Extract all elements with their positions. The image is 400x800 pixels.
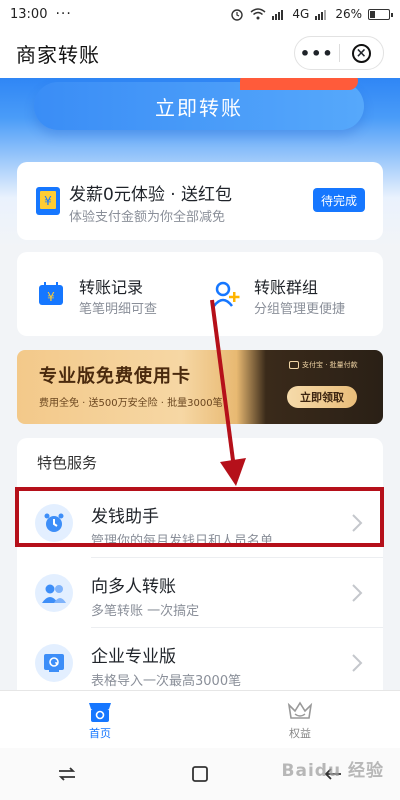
enterprise-subtitle: 表格导入一次最高3000笔 xyxy=(91,674,242,689)
battery-icon xyxy=(368,8,393,20)
tab-home-label: 首页 xyxy=(89,726,111,740)
services-heading: 特色服务 xyxy=(37,454,98,472)
pending-button[interactable]: 待完成 xyxy=(313,188,365,212)
pro-version-banner[interactable]: 专业版免费使用卡 费用全免 · 送500万安全险 · 批量3000笔 支付宝 ·… xyxy=(17,350,383,424)
transfer-records-title: 转账记录 xyxy=(79,278,144,297)
service-item-payroll-assistant[interactable]: 发钱助手 管理你的每月发钱日和人员名单 xyxy=(17,488,383,558)
crown-icon xyxy=(287,700,313,719)
service-item-multi-transfer[interactable]: 向多人转账 多笔转账 一次搞定 xyxy=(17,558,383,628)
svg-text:¥: ¥ xyxy=(44,194,52,208)
tab-home[interactable]: 首页 xyxy=(0,691,200,748)
transfer-records-subtitle: 笔笔明细可查 xyxy=(79,302,158,317)
banner-brand-label: 支付宝 · 批量付款 xyxy=(302,361,358,369)
banner-title: 专业版免费使用卡 xyxy=(39,366,191,387)
salary-promo-card[interactable]: ¥ 发薪0元体验 · 送红包 体验支付金额为你全部减免 待完成 xyxy=(17,162,383,240)
user-add-icon xyxy=(213,281,240,307)
network-type: 4G xyxy=(292,7,310,21)
tab-benefits[interactable]: 权益 xyxy=(200,691,400,748)
battery-percent: 26% xyxy=(335,7,362,21)
salary-promo-subtitle: 体验支付金额为你全部减免 xyxy=(69,210,226,225)
transfer-groups-item[interactable]: 转账群组 分组管理更便捷 xyxy=(200,252,383,336)
multi-user-icon xyxy=(35,574,73,612)
featured-services-card: 特色服务 发钱助手 管理你的每月发钱日和人员名单 向多人转账 多笔转账 一次搞定… xyxy=(17,438,383,690)
calendar-yen-icon: ¥ xyxy=(39,282,63,305)
transfer-now-label: 立即转账 xyxy=(155,95,243,120)
salary-promo-title: 发薪0元体验 · 送红包 xyxy=(69,185,233,205)
bottom-tab-bar: 首页 权益 xyxy=(0,690,400,748)
status-time: 13:00 xyxy=(10,6,48,22)
chevron-right-icon xyxy=(352,654,363,672)
promo-tag xyxy=(240,78,358,90)
alarm-status-icon xyxy=(231,9,244,21)
transfer-records-item[interactable]: ¥ 转账记录 笔笔明细可查 xyxy=(17,252,200,336)
chevron-right-icon xyxy=(352,514,363,532)
alarm-clock-icon xyxy=(35,504,73,542)
home-store-icon xyxy=(89,702,111,722)
enterprise-icon xyxy=(35,644,73,682)
payroll-assistant-title: 发钱助手 xyxy=(91,507,159,527)
signal-icon-2 xyxy=(315,10,327,20)
yen-wallet-icon: ¥ xyxy=(36,187,60,215)
tab-benefits-label: 权益 xyxy=(289,726,311,740)
close-button[interactable]: × xyxy=(340,43,384,63)
mini-program-capsule: ••• × xyxy=(294,36,384,70)
signal-icon xyxy=(272,10,284,20)
enterprise-title: 企业专业版 xyxy=(91,647,176,667)
system-nav-bar xyxy=(0,748,400,800)
back-arrow-icon[interactable] xyxy=(323,766,343,782)
multi-transfer-subtitle: 多笔转账 一次搞定 xyxy=(91,604,200,619)
status-bar: 13:00 ··· 4G 26% xyxy=(0,0,400,28)
svg-text:¥: ¥ xyxy=(47,290,55,304)
more-button[interactable]: ••• xyxy=(295,44,339,63)
wifi-icon xyxy=(250,8,266,20)
home-square-icon[interactable] xyxy=(191,765,209,783)
banner-subtitle: 费用全免 · 送500万安全险 · 批量3000笔 xyxy=(39,398,223,409)
close-icon: × xyxy=(351,43,371,63)
transfer-groups-subtitle: 分组管理更便捷 xyxy=(254,302,346,317)
chevron-right-icon xyxy=(352,584,363,602)
banner-brand: 支付宝 · 批量付款 xyxy=(289,360,358,370)
status-dots: ··· xyxy=(55,6,72,22)
main-content[interactable]: 立即转账 ¥ 发薪0元体验 · 送红包 体验支付金额为你全部减免 待完成 ¥ 转… xyxy=(0,78,400,690)
transfer-groups-title: 转账群组 xyxy=(254,278,319,297)
alipay-logo-icon xyxy=(289,361,299,369)
page-title: 商家转账 xyxy=(16,42,100,67)
title-bar: 商家转账 ••• × xyxy=(0,28,400,78)
menu-swap-icon[interactable] xyxy=(57,766,77,782)
multi-transfer-title: 向多人转账 xyxy=(91,577,176,597)
claim-now-button[interactable]: 立即领取 xyxy=(287,386,357,408)
payroll-assistant-subtitle: 管理你的每月发钱日和人员名单 xyxy=(91,534,274,549)
service-item-enterprise[interactable]: 企业专业版 表格导入一次最高3000笔 xyxy=(17,628,383,690)
quick-actions-card: ¥ 转账记录 笔笔明细可查 转账群组 分组管理更便捷 xyxy=(17,252,383,336)
